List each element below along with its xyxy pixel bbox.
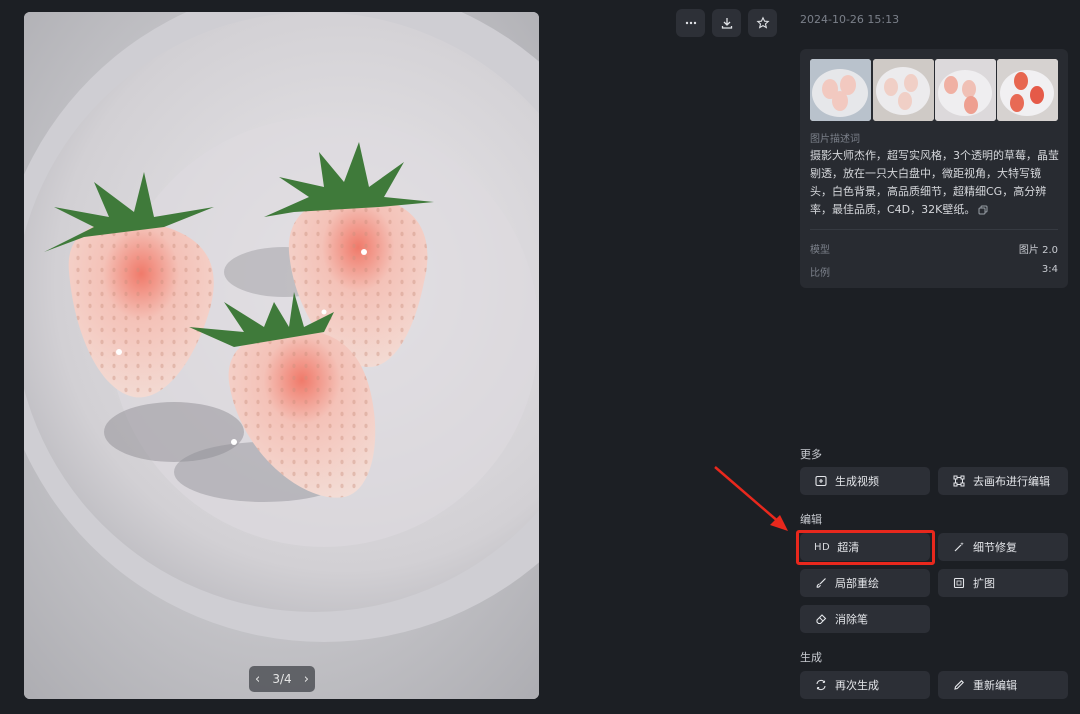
magic-wand-icon [952,540,966,554]
red-arrow-annotation [714,466,788,531]
strawberry-photo [24,12,539,699]
pencil-icon [952,678,966,692]
more-button[interactable] [676,9,705,37]
info-card: 图片描述词 摄影大师杰作，超写实风格，3个透明的草莓，晶莹剔透，放在一只大白盘中… [800,49,1068,288]
thumbnail-1[interactable] [810,59,871,121]
description-text: 摄影大师杰作，超写实风格，3个透明的草莓，晶莹剔透，放在一只大白盘中，微距视角，… [810,149,1059,216]
model-value: 图片 2.0 [1018,245,1058,256]
re-edit-button[interactable]: 重新编辑 [938,671,1068,699]
favorite-button[interactable] [748,9,777,37]
image-pager: ‹ 3/4 › [249,666,315,692]
section-title-generate: 生成 [800,651,822,664]
chevron-right-icon[interactable]: › [304,673,309,686]
outpaint-button[interactable]: 扩图 [938,569,1068,597]
thumbnail-4[interactable] [997,59,1058,121]
hd-icon: HD [814,541,831,553]
video-add-icon [814,474,828,488]
pager-text: 3/4 [272,672,292,686]
detail-fix-button[interactable]: 细节修复 [938,533,1068,561]
section-title-more: 更多 [800,448,822,461]
refresh-icon [814,678,828,692]
star-icon [755,16,770,29]
thumbnail-3[interactable] [935,59,996,121]
ratio-label: 比例 [810,268,830,279]
eraser-icon [814,612,828,626]
download-button[interactable] [712,9,741,37]
section-title-edit: 编辑 [800,513,822,526]
thumbnail-2[interactable] [873,59,934,121]
canvas-edit-button[interactable]: 去画布进行编辑 [938,467,1068,495]
main-image[interactable] [24,12,539,699]
ratio-value: 3:4 [1041,264,1058,275]
description-label: 图片描述词 [810,134,860,145]
regenerate-button[interactable]: 再次生成 [800,671,930,699]
copy-icon[interactable] [978,205,988,215]
eraser-button[interactable]: 消除笔 [800,605,930,633]
more-dots-icon [685,21,696,25]
divider [810,229,1058,230]
brush-icon [814,576,828,590]
download-icon [721,18,732,29]
chevron-left-icon[interactable]: ‹ [255,673,260,686]
model-label: 模型 [810,245,830,256]
canvas-icon [952,474,966,488]
generate-video-button[interactable]: 生成视频 [800,467,930,495]
upscale-button[interactable]: HD 超清 [800,533,930,561]
timestamp: 2024-10-26 15:13 [800,13,900,26]
inpaint-button[interactable]: 局部重绘 [800,569,930,597]
expand-icon [952,576,966,590]
